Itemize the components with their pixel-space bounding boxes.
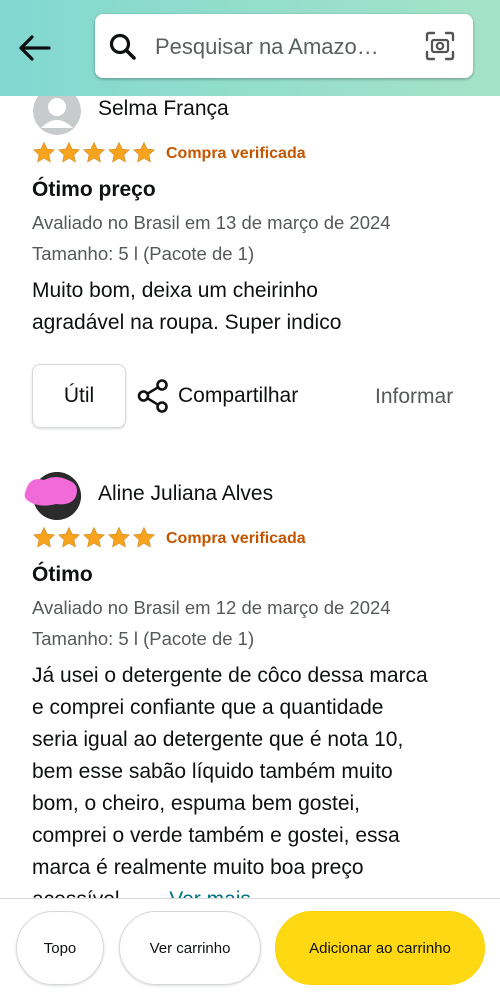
reviewer-name[interactable]: Selma França — [98, 97, 229, 121]
share-label: Compartilhar — [178, 384, 299, 407]
star-icon — [133, 526, 155, 548]
share-icon — [137, 379, 168, 413]
review-variant: Tamanho: 5 l (Pacote de 1) — [32, 243, 255, 264]
review-body: Muito bom, deixa um cheirinho agradável … — [32, 275, 478, 339]
review-body-line: e comprei confiante que a quantidade — [32, 696, 384, 719]
review-body-line: marca é realmente muito boa preço — [32, 856, 364, 879]
review-variant: Tamanho: 5 l (Pacote de 1) — [32, 628, 255, 649]
review-body-line: comprei o verde também e gostei, essa — [32, 824, 400, 847]
arrow-left-icon — [19, 35, 51, 61]
star-icon — [83, 141, 105, 163]
star-rating — [32, 526, 156, 550]
star-icon — [108, 141, 130, 163]
star-rating — [32, 141, 156, 165]
review-body-line: agradável na roupa. Super indico — [32, 311, 342, 334]
review-body-line: seria igual ao detergente que é nota 10, — [32, 728, 404, 751]
search-input[interactable] — [153, 26, 415, 68]
review-body-line: Muito bom, deixa um cheirinho — [32, 279, 318, 302]
review-body-line: Já usei o detergente de côco dessa marca — [32, 664, 428, 687]
camera-scan-icon[interactable] — [425, 31, 455, 61]
search-box[interactable] — [95, 14, 473, 78]
search-icon — [109, 33, 136, 60]
view-cart-button[interactable]: Ver carrinho — [119, 911, 261, 985]
star-icon — [33, 526, 55, 548]
review-body-line: bom, o cheiro, espuma bem gostei, — [32, 792, 361, 815]
back-button[interactable] — [14, 28, 54, 68]
star-icon — [58, 526, 80, 548]
helpful-button[interactable]: Útil — [32, 364, 126, 428]
star-icon — [83, 526, 105, 548]
add-to-cart-button[interactable]: Adicionar ao carrinho — [275, 911, 485, 985]
verified-purchase-badge: Compra verificada — [166, 145, 306, 162]
back-to-top-button[interactable]: Topo — [16, 911, 104, 985]
review-date: Avaliado no Brasil em 13 de março de 202… — [32, 212, 391, 233]
star-icon — [33, 141, 55, 163]
review-title: Ótimo preço — [32, 178, 156, 201]
reviewer-name[interactable]: Aline Juliana Alves — [98, 482, 273, 506]
report-link[interactable]: Informar — [375, 385, 453, 409]
star-icon — [58, 141, 80, 163]
header-bar — [0, 0, 500, 96]
verified-purchase-badge: Compra verificada — [166, 530, 306, 547]
redaction-scribble — [24, 477, 78, 506]
share-button[interactable]: Compartilhar — [136, 376, 298, 416]
review-body-line: bem esse sabão líquido também muito — [32, 760, 393, 783]
review-title: Ótimo — [32, 563, 93, 586]
star-icon — [133, 141, 155, 163]
star-icon — [108, 526, 130, 548]
bottom-action-bar: Topo Ver carrinho Adicionar ao carrinho — [0, 898, 500, 995]
review-body: Já usei o detergente de côco dessa marca… — [32, 660, 478, 916]
review-date: Avaliado no Brasil em 12 de março de 202… — [32, 597, 391, 618]
